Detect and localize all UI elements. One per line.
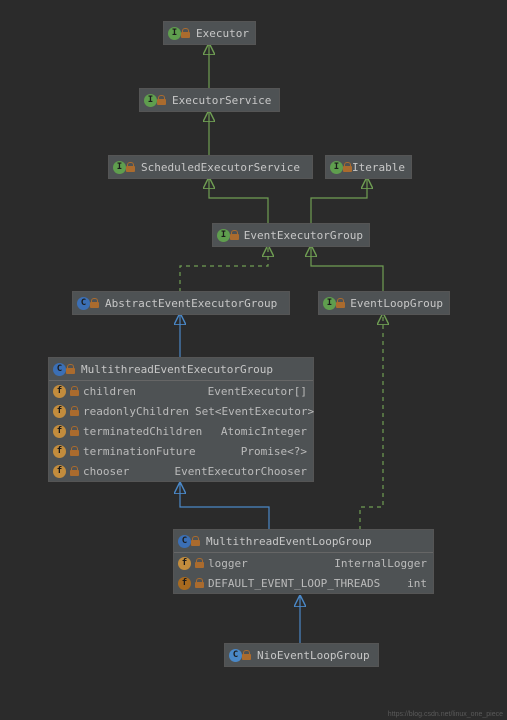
lock-icon <box>195 558 204 568</box>
node-multithread-event-loop-group[interactable]: C MultithreadEventLoopGroup flogger Inte… <box>173 529 434 594</box>
field-icon: f <box>53 385 66 398</box>
node-label: EventExecutorGroup <box>244 229 363 242</box>
member-list: flogger InternalLogger fDEFAULT_EVENT_LO… <box>174 552 433 593</box>
field-row: fchooser EventExecutorChooser <box>49 461 313 481</box>
lock-icon <box>70 466 79 476</box>
lock-icon <box>230 230 239 240</box>
lock-icon <box>90 298 99 308</box>
final-field-icon: f <box>178 577 191 590</box>
node-label: AbstractEventExecutorGroup <box>105 297 277 310</box>
lock-icon <box>157 95 166 105</box>
node-event-executor-group[interactable]: I EventExecutorGroup <box>212 223 370 247</box>
lock-icon <box>242 650 251 660</box>
member-list: fchildren EventExecutor[] freadonlyChild… <box>49 380 313 481</box>
node-label: MultithreadEventExecutorGroup <box>81 363 273 376</box>
node-executor[interactable]: I Executor <box>163 21 256 45</box>
class-icon: C <box>229 649 257 662</box>
field-icon: f <box>53 445 66 458</box>
node-nio-event-loop-group[interactable]: C NioEventLoopGroup <box>224 643 379 667</box>
field-row: fchildren EventExecutor[] <box>49 381 313 401</box>
lock-icon <box>66 364 75 374</box>
lock-icon <box>70 426 79 436</box>
interface-icon: I <box>168 27 196 40</box>
lock-icon <box>343 162 352 172</box>
node-label: MultithreadEventLoopGroup <box>206 535 372 548</box>
interface-icon: I <box>330 161 352 174</box>
interface-icon: I <box>323 297 350 310</box>
interface-icon: I <box>144 94 172 107</box>
lock-icon <box>70 386 79 396</box>
node-label: Executor <box>196 27 249 40</box>
interface-icon: I <box>217 229 244 242</box>
field-icon: f <box>53 425 66 438</box>
node-event-loop-group[interactable]: I EventLoopGroup <box>318 291 450 315</box>
watermark: https://blog.csdn.net/linux_one_piece <box>388 711 503 718</box>
lock-icon <box>336 298 345 308</box>
node-scheduled-executor-service[interactable]: I ScheduledExecutorService <box>108 155 313 179</box>
lock-icon <box>181 28 190 38</box>
field-icon: f <box>53 465 66 478</box>
node-iterable[interactable]: I Iterable <box>325 155 412 179</box>
lock-icon <box>191 536 200 546</box>
node-label: ScheduledExecutorService <box>141 161 300 174</box>
node-abstract-event-executor-group[interactable]: C AbstractEventExecutorGroup <box>72 291 290 315</box>
field-row: flogger InternalLogger <box>174 553 433 573</box>
node-multithread-event-executor-group[interactable]: C MultithreadEventExecutorGroup fchildre… <box>48 357 314 482</box>
field-icon: f <box>53 405 66 418</box>
lock-icon <box>70 446 79 456</box>
node-label: ExecutorService <box>172 94 271 107</box>
node-executor-service[interactable]: I ExecutorService <box>139 88 280 112</box>
field-row: fDEFAULT_EVENT_LOOP_THREADS int <box>174 573 433 593</box>
node-label: NioEventLoopGroup <box>257 649 370 662</box>
class-abstract-icon: C <box>77 297 105 310</box>
interface-icon: I <box>113 161 141 174</box>
node-label: Iterable <box>352 161 405 174</box>
lock-icon <box>195 578 204 588</box>
field-icon: f <box>178 557 191 570</box>
class-abstract-icon: C <box>53 363 81 376</box>
lock-icon <box>126 162 135 172</box>
field-row: freadonlyChildren Set<EventExecutor> <box>49 401 313 421</box>
field-row: fterminationFuture Promise<?> <box>49 441 313 461</box>
lock-icon <box>70 406 79 416</box>
class-abstract-icon: C <box>178 535 206 548</box>
node-label: EventLoopGroup <box>350 297 443 310</box>
field-row: fterminatedChildren AtomicInteger <box>49 421 313 441</box>
